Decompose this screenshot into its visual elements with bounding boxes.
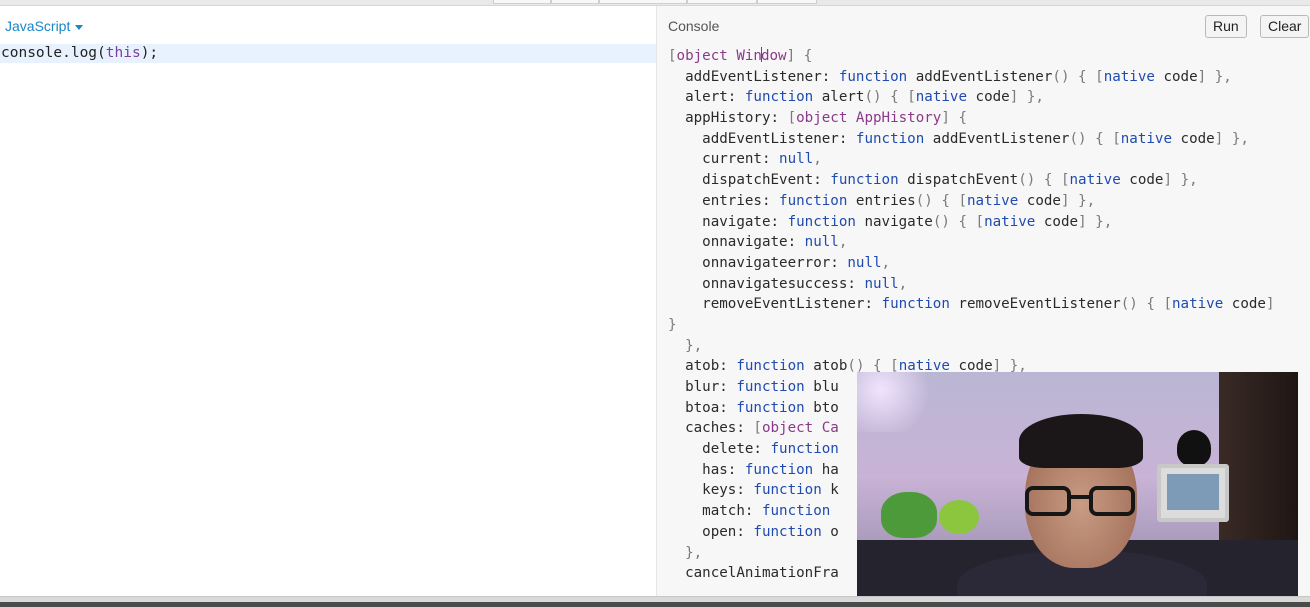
language-label: JavaScript [5,18,71,34]
code-editor-pane[interactable]: JavaScript console.log(this); [0,6,656,596]
tab-fragment [493,0,551,4]
tab-fragment [599,0,687,4]
console-output-line: addEventListener: function addEventListe… [668,68,1232,85]
code-keyword-this: this [105,45,141,61]
console-output-line: } [668,316,677,333]
console-output-line: appHistory: [object AppHistory] { [668,110,967,127]
console-output-line: removeEventListener: function removeEven… [668,296,1275,313]
console-output-line: onnavigate: null, [668,234,848,251]
tab-fragment [551,0,599,4]
code-suffix: ); [140,45,159,61]
console-output-line: [object Window] { [668,47,813,64]
console-output-line: dispatchEvent: function dispatchEvent() … [668,172,1198,189]
console-output-line: entries: function entries() { [native co… [668,192,1096,209]
console-output-line: current: null, [668,151,822,168]
webcam-overlay [857,372,1298,604]
console-output-line: navigate: function navigate() { [native … [668,213,1113,230]
console-output-line: addEventListener: function addEventListe… [668,130,1249,147]
console-output-line: onnavigatesuccess: null, [668,275,908,292]
code-prefix: console.log( [1,45,106,61]
run-button[interactable]: Run [1205,15,1247,38]
browser-bottom-strip [0,596,1310,607]
tab-fragment [757,0,817,4]
language-dropdown[interactable]: JavaScript [5,18,84,34]
console-output-line: }, [685,337,703,354]
caret-down-icon [75,24,84,30]
code-text: console.log(this); [1,45,158,61]
console-output-line: alert: function alert() { [native code] … [668,89,1044,106]
tab-fragment [687,0,757,4]
console-title: Console [668,18,720,34]
console-output-line: onnavigateerror: null, [668,254,891,271]
active-code-line[interactable]: console.log(this); [0,44,656,63]
clear-button[interactable]: Clear [1260,15,1310,38]
